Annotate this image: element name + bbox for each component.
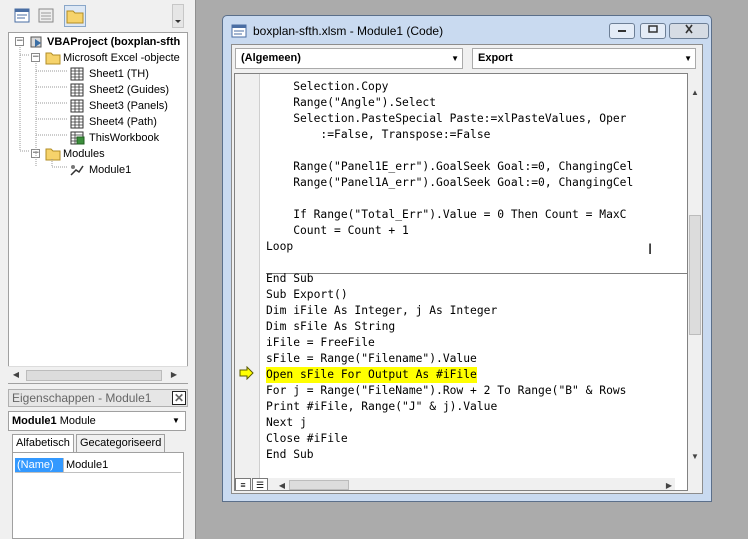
scroll-left-icon[interactable]: ◀ (276, 480, 288, 490)
project-explorer-toolbar (0, 0, 192, 30)
code-client-area: (Algemeen) ▼ Export ▼ Selection.Copy Ran… (231, 44, 703, 494)
code-line[interactable]: End Sub (266, 271, 314, 287)
scroll-thumb[interactable] (26, 370, 162, 381)
code-horizontal-scrollbar[interactable]: ◀ ▶ (275, 478, 675, 490)
toggle-folders-button[interactable] (64, 5, 86, 27)
code-line[interactable]: Loop (266, 239, 293, 255)
chevron-down-icon: ▼ (451, 54, 459, 63)
folder-icon (66, 10, 84, 24)
code-line[interactable]: Sub Export() (266, 287, 348, 303)
code-line[interactable]: Range("Panel1E_err").GoalSeek Goal:=0, C… (266, 159, 633, 175)
view-buttons: ≡ ☰ (235, 478, 275, 490)
tab-label: Alfabetisch (16, 437, 70, 449)
restore-icon (648, 25, 658, 33)
code-line[interactable]: :=False, Transpose:=False (266, 127, 490, 143)
properties-title-bar: Eigenschappen - Module1 ✕ (8, 389, 188, 407)
properties-object-dropdown[interactable]: Module1 Module ▼ (8, 411, 186, 431)
code-vertical-scrollbar[interactable]: ▲ ▼ (688, 87, 702, 493)
code-line[interactable]: Dim iFile As Integer, j As Integer (266, 303, 497, 319)
properties-title: Eigenschappen - Module1 (12, 391, 152, 405)
ibeam-cursor-icon: I (648, 242, 653, 258)
window-title: boxplan-sfth.xlsm - Module1 (Code) (253, 24, 444, 38)
procedure-combo[interactable]: Export ▼ (472, 48, 696, 69)
window-title-bar[interactable]: boxplan-sfth.xlsm - Module1 (Code) (223, 16, 711, 44)
code-line[interactable]: Count = Count + 1 (266, 223, 409, 239)
code-line[interactable]: sFile = Range("Filename").Value (266, 351, 477, 367)
tab-gecategoriseerd[interactable]: Gecategoriseerd (76, 434, 166, 452)
object-type: Module (59, 415, 96, 427)
scroll-right-icon[interactable]: ▶ (168, 369, 180, 381)
scroll-left-icon[interactable]: ◀ (10, 369, 22, 381)
code-line[interactable]: Print #iFile, Range("J" & j).Value (266, 399, 497, 415)
code-line[interactable]: Dim sFile As String (266, 319, 395, 335)
code-line[interactable]: Next j (266, 415, 307, 431)
code-line[interactable]: Range("Panel1A_err").GoalSeek Goal:=0, C… (266, 175, 633, 191)
view-object-button[interactable] (35, 5, 57, 27)
code-line[interactable]: iFile = FreeFile (266, 335, 375, 351)
code-line[interactable]: Range("Angle").Select (266, 95, 436, 111)
code-window: boxplan-sfth.xlsm - Module1 (Code) (Alge… (222, 15, 712, 502)
code-window-icon (231, 24, 247, 38)
margin-indicator-bar[interactable] (235, 74, 260, 478)
procedure-combo-value: Export (478, 52, 513, 64)
code-line[interactable]: If Range("Total_Err").Value = 0 Then Cou… (266, 207, 626, 223)
left-pane: − VBAProject (boxplan-sfth − Microsoft E… (0, 0, 196, 539)
minimize-icon (618, 30, 626, 32)
code-line[interactable]: Selection.PasteSpecial Paste:=xlPasteVal… (266, 111, 626, 127)
view-code-icon (14, 8, 30, 23)
full-module-view-button[interactable]: ☰ (252, 478, 268, 490)
chevron-down-icon (175, 20, 181, 23)
object-combo[interactable]: (Algemeen) ▼ (235, 48, 463, 69)
property-name-cell[interactable]: (Name) (15, 458, 63, 472)
tree-lines (19, 47, 68, 168)
code-line[interactable]: End Sub (266, 447, 314, 463)
view-code-button[interactable] (11, 5, 33, 27)
tab-alfabetisch[interactable]: Alfabetisch (12, 434, 74, 453)
project-tree: − VBAProject (boxplan-sfth − Microsoft E… (8, 32, 188, 384)
view-object-icon (38, 8, 54, 23)
scroll-down-icon[interactable]: ▼ (689, 451, 701, 463)
procedure-view-button[interactable]: ≡ (235, 478, 251, 490)
tab-label: Gecategoriseerd (80, 437, 162, 449)
scroll-up-icon[interactable]: ▲ (689, 87, 701, 99)
scroll-thumb[interactable] (689, 215, 701, 335)
object-combo-value: (Algemeen) (241, 52, 301, 64)
execution-arrow-icon (239, 366, 254, 380)
code-line[interactable]: For j = Range("FileName").Row + 2 To Ran… (266, 383, 626, 399)
minimize-button[interactable] (609, 23, 635, 39)
code-line[interactable]: Selection.Copy (266, 79, 388, 95)
code-editor[interactable]: Selection.Copy Range("Angle").Select Sel… (234, 73, 688, 491)
code-line[interactable]: Close #iFile (266, 431, 348, 447)
current-statement-line[interactable]: Open sFile For Output As #iFile (266, 367, 477, 383)
scroll-thumb[interactable] (289, 480, 349, 490)
object-name: Module1 (12, 415, 57, 427)
scroll-right-icon[interactable]: ▶ (663, 480, 675, 490)
tree-horizontal-scrollbar[interactable]: ◀ ▶ (8, 366, 188, 383)
chevron-down-icon: ▼ (684, 54, 692, 63)
code-text-area[interactable]: Selection.Copy Range("Angle").Select Sel… (266, 74, 687, 478)
close-icon[interactable]: ✕ (172, 391, 186, 405)
close-button[interactable] (669, 23, 709, 39)
property-value-cell[interactable]: Module1 (63, 458, 181, 472)
restore-button[interactable] (640, 23, 666, 39)
close-icon (685, 24, 693, 34)
chevron-down-icon: ▼ (172, 416, 180, 425)
procedure-separator (266, 273, 687, 274)
toolbar-scroll[interactable] (172, 4, 184, 28)
divider (15, 472, 181, 473)
properties-grid: (Name) Module1 (12, 452, 184, 539)
